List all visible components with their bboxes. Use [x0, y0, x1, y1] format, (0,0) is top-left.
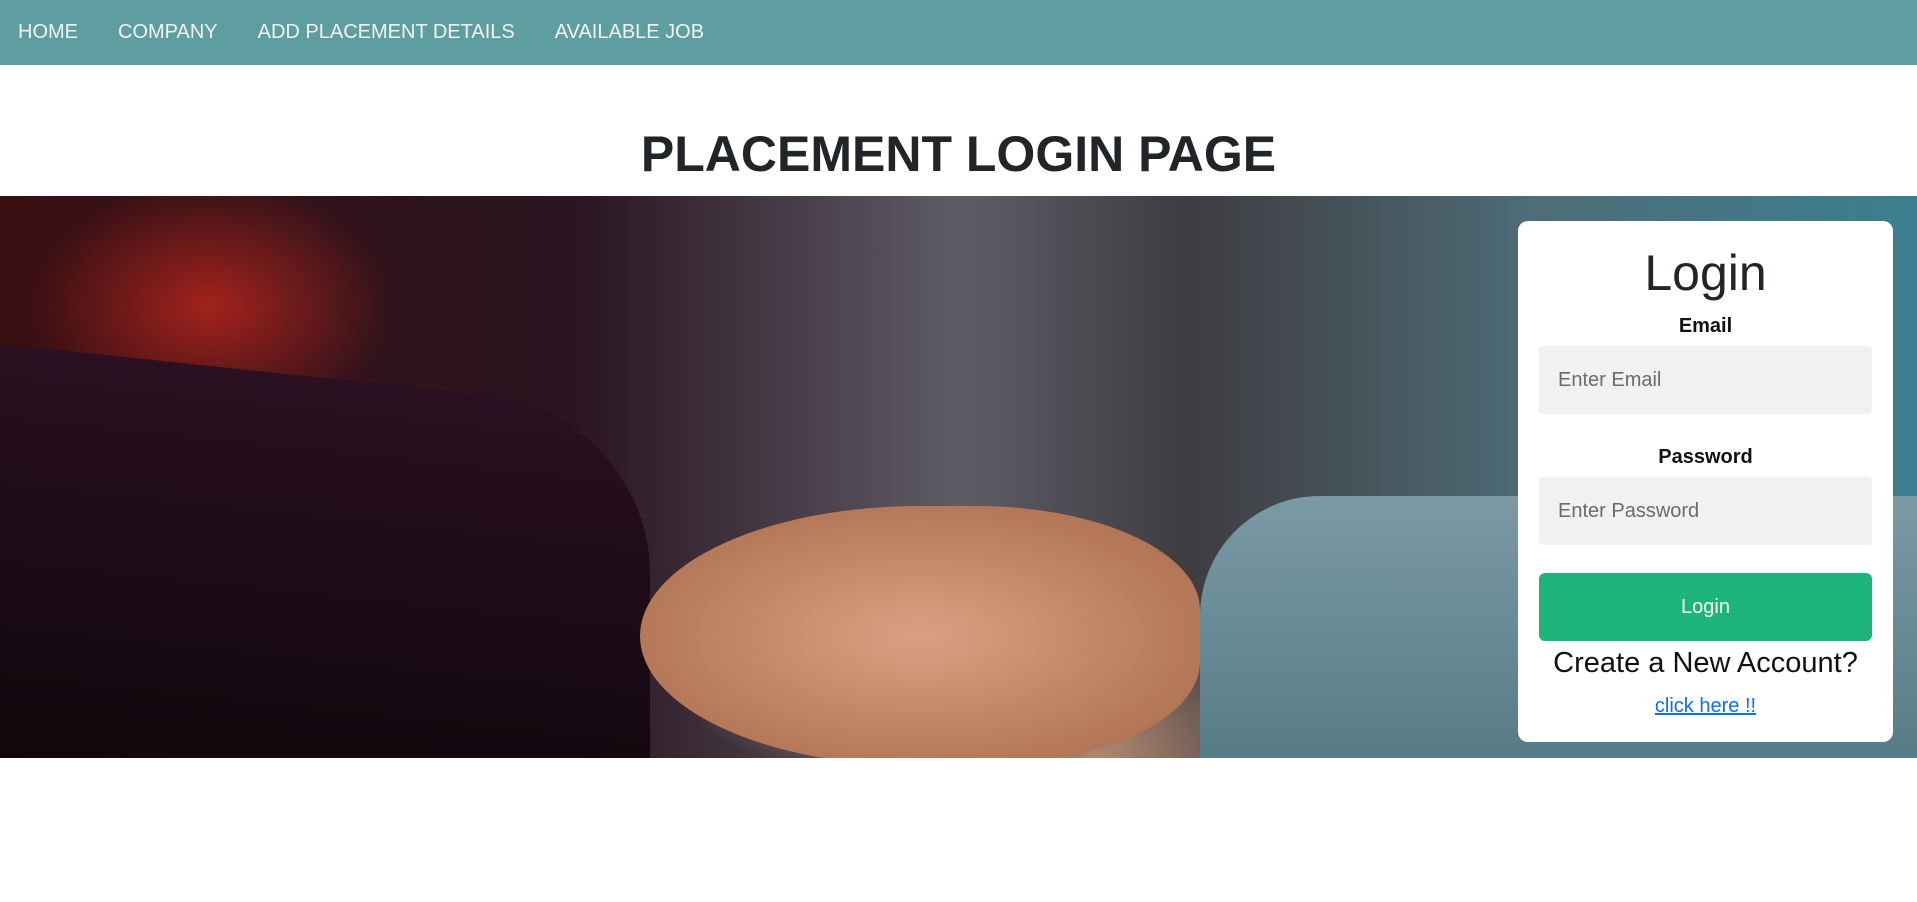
- page-title: PLACEMENT LOGIN PAGE: [640, 126, 1277, 182]
- login-card: Login Email Password Login Create a New …: [1518, 221, 1893, 742]
- create-account-text: Create a New Account?: [1553, 647, 1858, 679]
- hero-handshake: [640, 506, 1200, 758]
- hero-sleeve-left: [0, 339, 650, 758]
- register-link[interactable]: click here !!: [1655, 695, 1756, 718]
- nav-company[interactable]: COMPANY: [118, 21, 218, 44]
- email-label: Email: [1678, 315, 1733, 337]
- login-button[interactable]: Login: [1539, 573, 1872, 641]
- nav-add-placement-details[interactable]: ADD PLACEMENT DETAILS: [258, 21, 515, 44]
- nav-home[interactable]: HOME: [18, 21, 78, 44]
- nav-available-job[interactable]: AVAILABLE JOB: [555, 21, 704, 44]
- top-navbar: HOME COMPANY ADD PLACEMENT DETAILS AVAIL…: [0, 0, 1917, 65]
- login-heading: Login: [1644, 245, 1767, 301]
- password-input[interactable]: [1539, 477, 1872, 545]
- password-label: Password: [1658, 446, 1753, 468]
- email-input[interactable]: [1539, 346, 1872, 414]
